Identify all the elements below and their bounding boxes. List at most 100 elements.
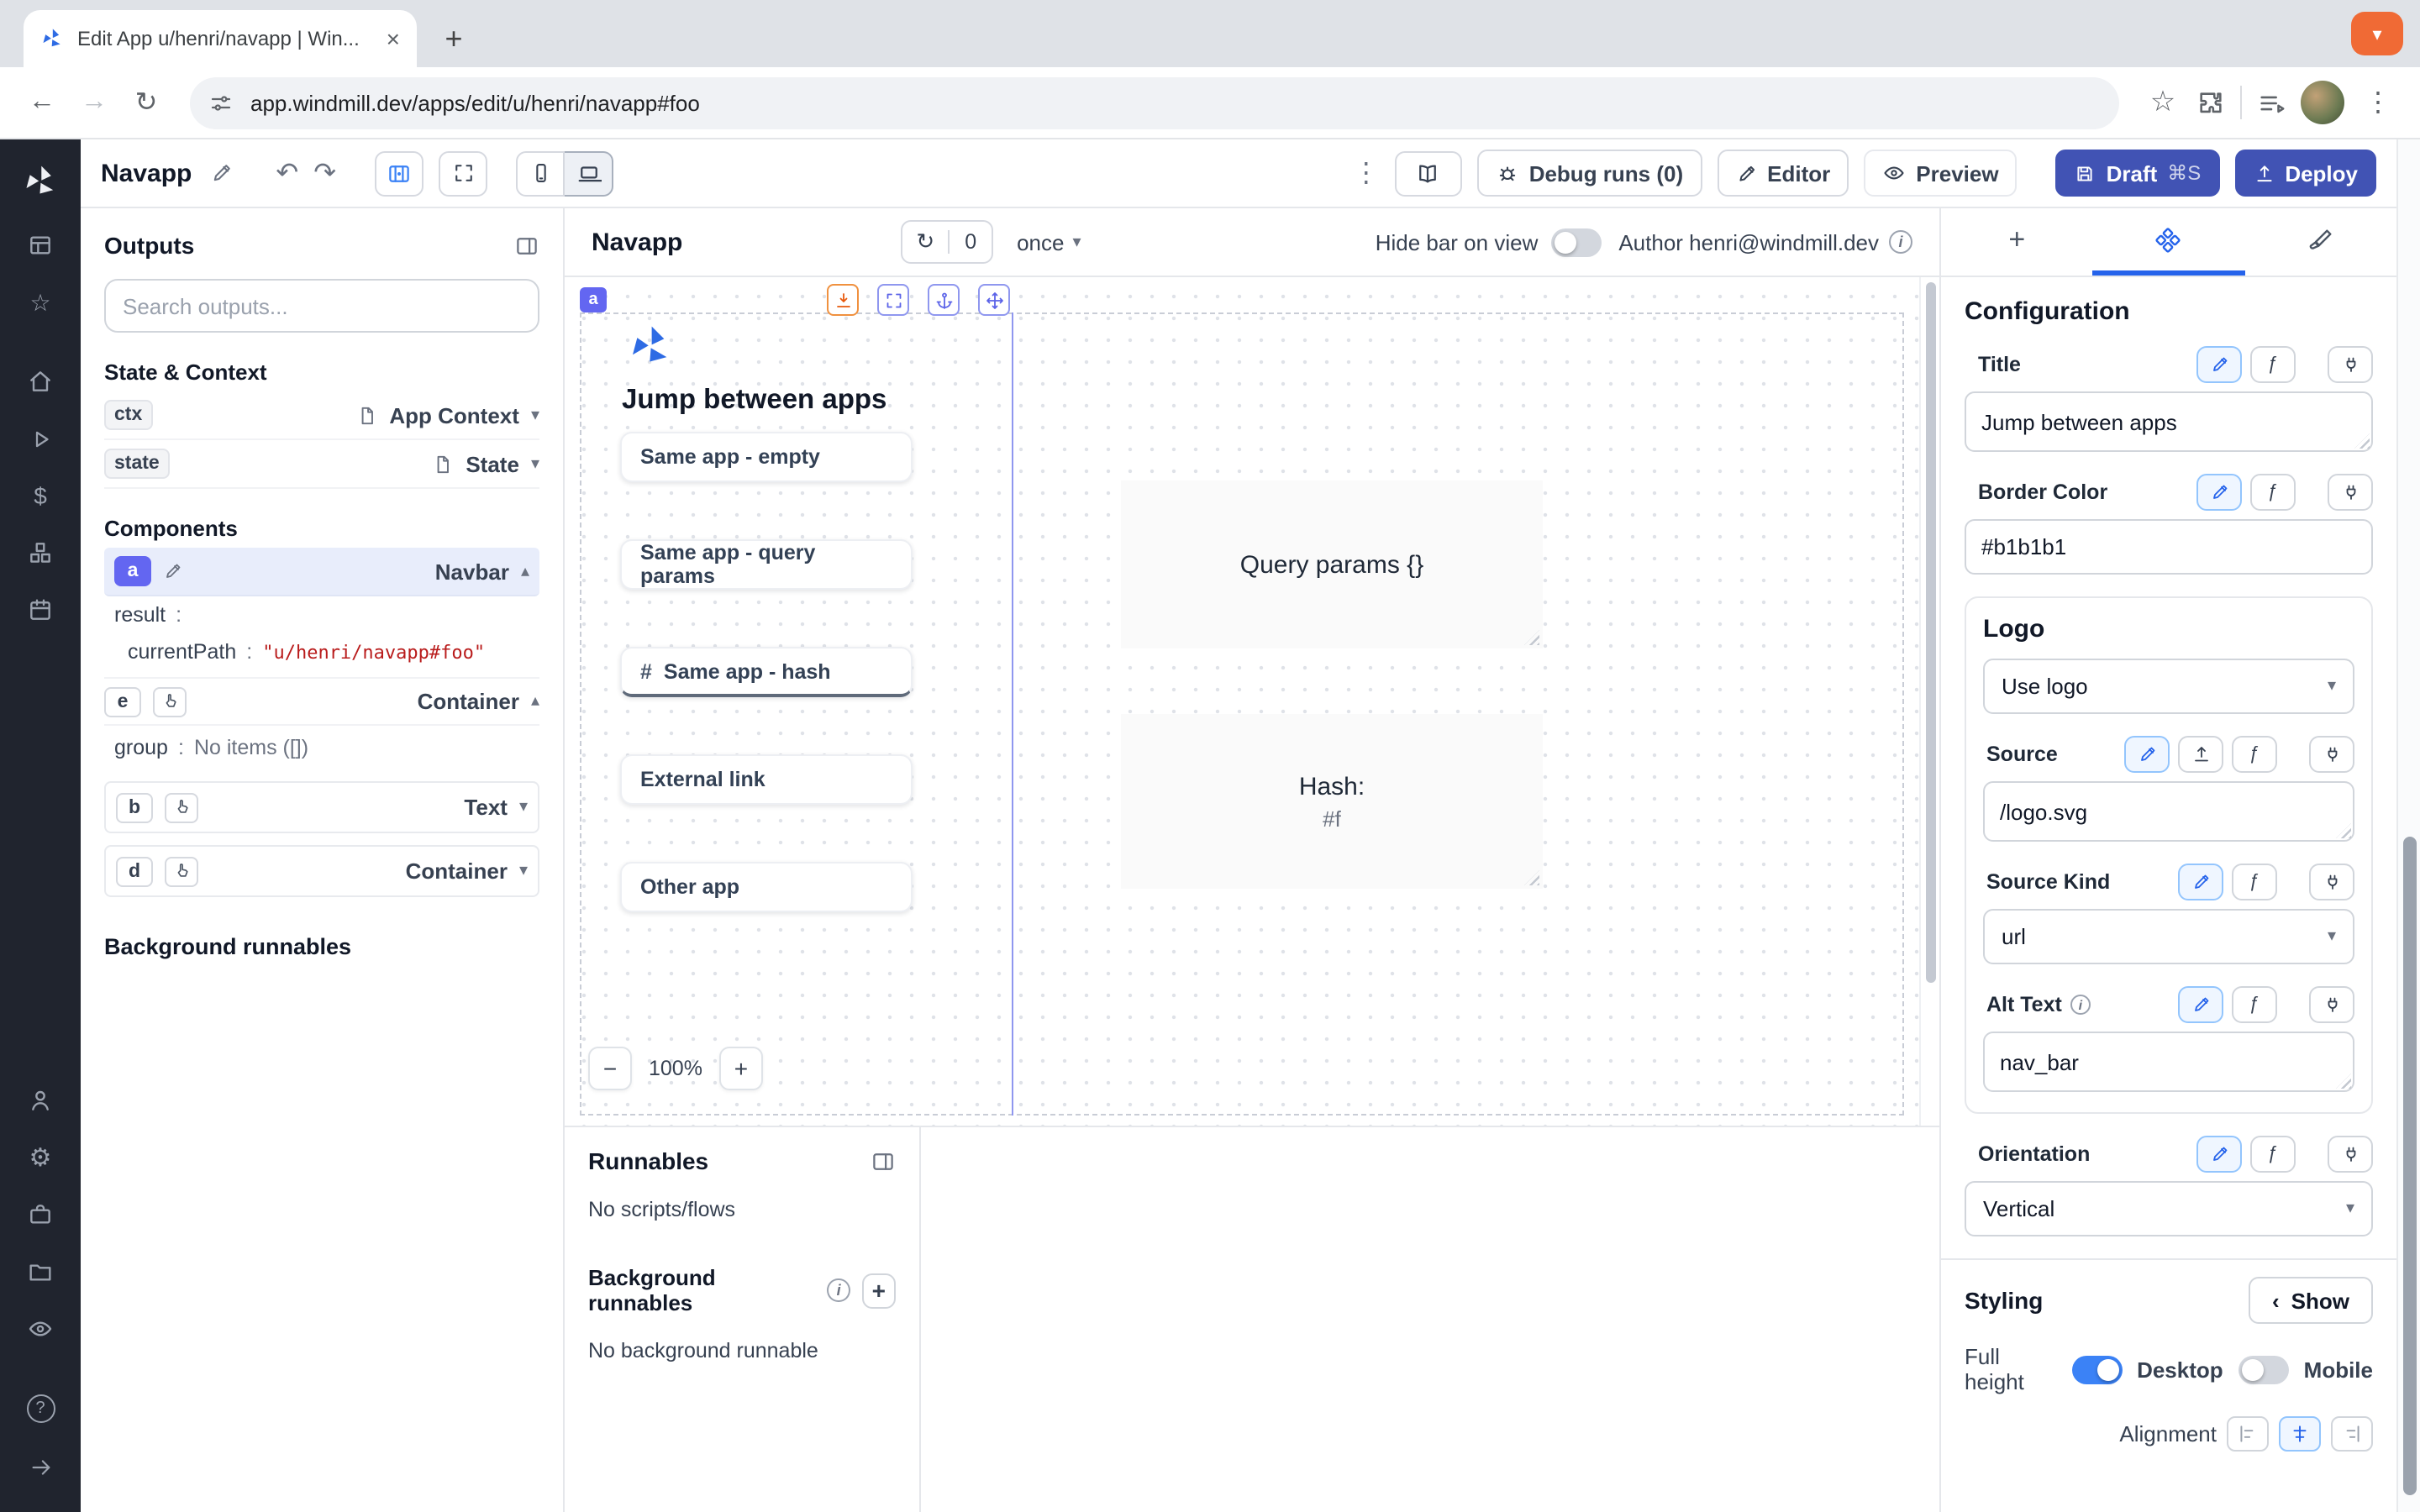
desktop-view-button[interactable] [565, 150, 613, 196]
window-scrollbar[interactable] [2396, 139, 2420, 1512]
hand-pointer-icon[interactable] [165, 856, 198, 886]
title-input[interactable] [1965, 391, 2373, 452]
browser-menu-icon[interactable]: ⋮ [2360, 86, 2396, 119]
app-canvas[interactable]: a Jump between apps Same app - empty Sam… [565, 277, 1939, 1126]
redo-icon[interactable]: ↷ [313, 156, 336, 190]
alt-text-input[interactable] [1983, 1032, 2354, 1092]
resize-handle[interactable] [1524, 870, 1539, 885]
zoom-in-button[interactable]: + [719, 1047, 763, 1090]
toolbox-briefcase-icon[interactable] [27, 1201, 54, 1228]
component-box-container-d[interactable]: d Container ▾ [104, 845, 539, 897]
windmill-logo[interactable] [22, 163, 59, 200]
schedules-calendar-icon[interactable] [27, 596, 54, 623]
info-icon[interactable]: i [1889, 230, 1912, 254]
url-text[interactable]: app.windmill.dev/apps/edit/u/henri/navap… [250, 90, 700, 115]
eval-fx-button[interactable]: ƒ [2232, 986, 2277, 1023]
align-center-button[interactable] [2279, 1416, 2321, 1452]
group-row[interactable]: group: No items ([]) [104, 726, 539, 769]
source-input[interactable] [1983, 781, 2354, 842]
eval-fx-button[interactable]: ƒ [2250, 474, 2296, 511]
browser-tab[interactable]: Edit App u/henri/navapp | Win... × [24, 10, 417, 67]
static-editor-pencil-button[interactable] [2196, 1136, 2242, 1173]
chevron-up-icon[interactable]: ▴ [521, 562, 529, 580]
variables-dollar-icon[interactable]: $ [27, 482, 54, 509]
bookmark-star-icon[interactable]: ☆ [2144, 86, 2181, 119]
nav-link-other-app[interactable]: Other app [620, 862, 913, 912]
more-options-icon[interactable]: ⋮ [1353, 156, 1380, 190]
static-editor-pencil-button[interactable] [2178, 986, 2223, 1023]
static-editor-pencil-button[interactable] [2178, 864, 2223, 900]
source-kind-select[interactable]: url ▾ [1983, 909, 2354, 964]
new-tab-button[interactable]: + [430, 15, 477, 62]
folders-icon[interactable] [27, 1258, 54, 1285]
tab-close-icon[interactable]: × [387, 25, 400, 52]
ctx-row[interactable]: ctx App Context ▾ [104, 391, 539, 440]
component-row-navbar[interactable]: a Navbar ▴ [104, 548, 539, 596]
back-button[interactable]: ← [24, 87, 60, 118]
query-params-panel[interactable]: Query params {} [1121, 480, 1543, 648]
table-icon[interactable] [27, 232, 54, 259]
eval-fx-button[interactable]: ƒ [2250, 1136, 2296, 1173]
nav-link-external-link[interactable]: External link [620, 754, 913, 805]
connect-plug-button[interactable] [2328, 474, 2373, 511]
static-editor-pencil-button[interactable] [2196, 346, 2242, 383]
fullscreen-button[interactable] [439, 150, 487, 196]
tab-component-settings[interactable] [2093, 208, 2245, 276]
canvas-scrollbar[interactable] [1919, 277, 1939, 1126]
resources-boxes-icon[interactable] [27, 539, 54, 566]
use-logo-select[interactable]: Use logo ▾ [1983, 659, 2354, 714]
connect-plug-button[interactable] [2328, 346, 2373, 383]
tab-global-styling[interactable] [2244, 208, 2396, 276]
scroll-into-view-icon[interactable] [827, 284, 859, 316]
preview-button[interactable]: Preview [1864, 150, 2017, 197]
info-icon[interactable]: i [828, 1278, 850, 1302]
panels-layout-button[interactable] [375, 150, 424, 196]
draft-button[interactable]: Draft ⌘S [2056, 150, 2220, 197]
runs-play-icon[interactable] [27, 425, 54, 452]
upload-button[interactable] [2178, 736, 2223, 773]
component-box-text-b[interactable]: b Text ▾ [104, 781, 539, 833]
state-row[interactable]: state State ▾ [104, 440, 539, 489]
workers-person-icon[interactable] [27, 1087, 54, 1114]
resize-handle[interactable] [1524, 630, 1539, 645]
chevron-down-icon[interactable]: ▾ [531, 406, 539, 424]
canvas-scrollbar-thumb[interactable] [1926, 282, 1936, 983]
align-left-button[interactable] [2227, 1416, 2269, 1452]
static-editor-pencil-button[interactable] [2196, 474, 2242, 511]
settings-gear-icon[interactable]: ⚙ [27, 1144, 54, 1171]
currentpath-row[interactable]: currentPath: "u/henri/navapp#foo" [104, 633, 539, 670]
search-outputs-input[interactable] [104, 279, 539, 333]
zoom-out-button[interactable]: − [588, 1047, 632, 1090]
nav-link-same-app-hash[interactable]: #Same app - hash [620, 647, 913, 697]
undo-icon[interactable]: ↶ [276, 156, 298, 190]
connect-plug-button[interactable] [2309, 736, 2354, 773]
eval-fx-button[interactable]: ƒ [2232, 736, 2277, 773]
refresh-control[interactable]: ↻ 0 [901, 220, 993, 264]
nav-link-same-app-query-params[interactable]: Same app - query params [620, 539, 913, 590]
anchor-component-icon[interactable] [928, 284, 960, 316]
media-queue-icon[interactable] [2257, 88, 2286, 117]
profile-avatar[interactable] [2301, 81, 2344, 124]
hand-pointer-icon[interactable] [153, 686, 187, 717]
home-icon[interactable] [27, 368, 54, 395]
connect-plug-button[interactable] [2309, 864, 2354, 900]
border-color-input[interactable] [1965, 519, 2373, 575]
result-key-row[interactable]: result: [104, 596, 539, 633]
mobile-toggle[interactable] [2238, 1355, 2289, 1383]
static-editor-pencil-button[interactable] [2124, 736, 2170, 773]
url-bar[interactable]: app.windmill.dev/apps/edit/u/henri/navap… [190, 76, 2119, 129]
orientation-select[interactable]: Vertical ▾ [1965, 1181, 2373, 1236]
collapse-rail-arrow-icon[interactable] [27, 1453, 54, 1480]
component-id-tag[interactable]: a [580, 287, 607, 312]
expand-component-icon[interactable] [877, 284, 909, 316]
browser-extension-badge[interactable]: ▾ [2351, 12, 2403, 55]
mobile-view-button[interactable] [516, 150, 565, 196]
hash-panel[interactable]: Hash: #f [1121, 714, 1543, 889]
forward-button[interactable]: → [76, 87, 113, 118]
edit-id-pencil-icon[interactable] [163, 561, 183, 581]
window-scrollbar-thumb[interactable] [2403, 837, 2417, 1495]
hide-bar-toggle[interactable] [1551, 228, 1602, 256]
component-row-container-e[interactable]: e Container ▴ [104, 677, 539, 726]
chevron-down-icon[interactable]: ▾ [519, 798, 528, 816]
connect-plug-button[interactable] [2328, 1136, 2373, 1173]
